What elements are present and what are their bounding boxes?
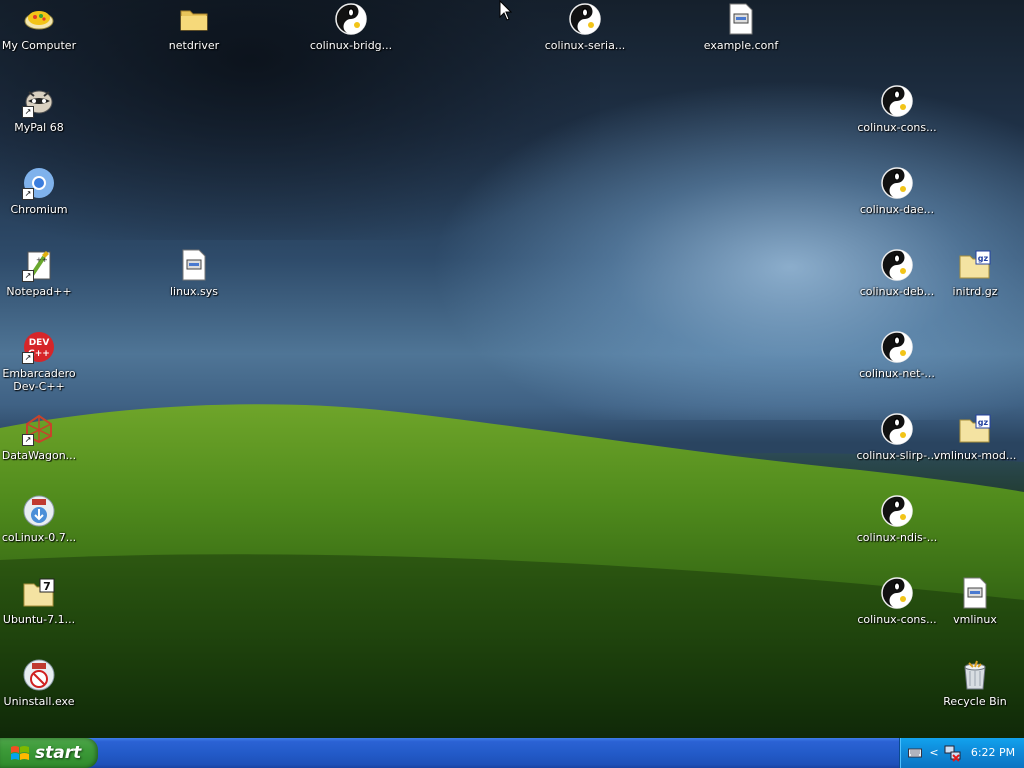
notepadpp-icon: ++ ↗ bbox=[22, 248, 56, 282]
icon-label: Ubuntu-7.1... bbox=[2, 613, 76, 626]
icon-label: colinux-ndis-... bbox=[856, 531, 938, 544]
gz-archive-icon: gz bbox=[958, 412, 992, 446]
mypal-icon: ↗ bbox=[22, 84, 56, 118]
folder-icon bbox=[177, 2, 211, 36]
keyboard-icon[interactable] bbox=[908, 746, 922, 760]
desktop-icon-uninstall[interactable]: Uninstall.exe bbox=[0, 658, 86, 708]
icon-label: My Computer bbox=[1, 39, 77, 52]
desktop-icon-colinux-bridge[interactable]: colinux-bridg... bbox=[304, 2, 398, 52]
system-file-icon bbox=[958, 576, 992, 610]
desktop-icon-datawagon[interactable]: ↗ DataWagon... bbox=[0, 412, 86, 462]
icon-label: colinux-dae... bbox=[859, 203, 935, 216]
shortcut-arrow-icon: ↗ bbox=[22, 188, 34, 200]
system-tray: < 6:22 PM bbox=[899, 738, 1024, 768]
shortcut-arrow-icon: ↗ bbox=[22, 106, 34, 118]
taskbar: start < 6:22 PM bbox=[0, 738, 1024, 768]
desktop-icon-my-computer[interactable]: My Computer bbox=[0, 2, 86, 52]
colinux-icon bbox=[880, 412, 914, 446]
shortcut-arrow-icon: ↗ bbox=[22, 352, 34, 364]
windows-logo-icon bbox=[11, 746, 29, 760]
desktop-icon-colinux-ndis[interactable]: colinux-ndis-... bbox=[850, 494, 944, 544]
colinux-icon bbox=[880, 248, 914, 282]
icon-label: initrd.gz bbox=[952, 285, 998, 298]
colinux-icon bbox=[880, 84, 914, 118]
colinux-icon bbox=[880, 166, 914, 200]
uninstall-icon bbox=[22, 658, 56, 692]
icon-label: colinux-seria... bbox=[544, 39, 626, 52]
icon-label: Recycle Bin bbox=[943, 695, 1007, 708]
icon-label: vmlinux bbox=[953, 613, 997, 626]
colinux-icon bbox=[880, 576, 914, 610]
text-file-icon bbox=[724, 2, 758, 36]
icon-label: linux.sys bbox=[169, 285, 219, 298]
recycle-bin-icon bbox=[958, 658, 992, 692]
start-label: start bbox=[35, 743, 82, 763]
desktop-icon-colinux-serial[interactable]: colinux-seria... bbox=[538, 2, 632, 52]
icon-label: MyPal 68 bbox=[14, 121, 64, 134]
desktop-icon-colinux-daemon[interactable]: colinux-dae... bbox=[850, 166, 944, 216]
desktop-icon-initrd[interactable]: gz initrd.gz bbox=[928, 248, 1022, 298]
datawagon-icon: ↗ bbox=[22, 412, 56, 446]
desktop-icon-devcpp[interactable]: DEV C++ ↗ Embarcadero Dev-C++ bbox=[0, 330, 86, 393]
desktop-icon-netdriver[interactable]: netdriver bbox=[147, 2, 241, 52]
show-hidden-icons-chevron-icon[interactable]: < bbox=[927, 746, 941, 760]
colinux-icon bbox=[334, 2, 368, 36]
icon-label: Uninstall.exe bbox=[3, 695, 75, 708]
svg-text:DEV: DEV bbox=[29, 338, 50, 348]
system-file-icon bbox=[177, 248, 211, 282]
desktop-icon-ubuntu-archive[interactable]: 7 Ubuntu-7.1... bbox=[0, 576, 86, 626]
icon-label: vmlinux-mod... bbox=[933, 449, 1017, 462]
clock[interactable]: 6:22 PM bbox=[966, 738, 1020, 768]
icon-label: DataWagon... bbox=[1, 449, 77, 462]
colinux-icon bbox=[880, 330, 914, 364]
desktop-icon-colinux-installer[interactable]: coLinux-0.7... bbox=[0, 494, 86, 544]
icon-label: colinux-bridg... bbox=[309, 39, 393, 52]
desktop-icon-mypal[interactable]: ↗ MyPal 68 bbox=[0, 84, 86, 134]
installer-icon bbox=[22, 494, 56, 528]
colinux-icon bbox=[880, 494, 914, 528]
desktop-icon-linux-sys[interactable]: linux.sys bbox=[147, 248, 241, 298]
my-computer-icon bbox=[22, 2, 56, 36]
mouse-pointer-icon bbox=[499, 0, 513, 21]
devcpp-icon: DEV C++ ↗ bbox=[22, 330, 56, 364]
svg-text:gz: gz bbox=[978, 254, 989, 263]
icon-label: colinux-cons... bbox=[857, 121, 937, 134]
desktop-icon-vmlinux[interactable]: vmlinux bbox=[928, 576, 1022, 626]
network-disconnected-icon[interactable] bbox=[944, 744, 962, 762]
svg-text:gz: gz bbox=[978, 418, 989, 427]
gz-archive-icon: gz bbox=[958, 248, 992, 282]
start-button[interactable]: start bbox=[0, 738, 98, 768]
desktop-icon-colinux-console[interactable]: colinux-cons... bbox=[850, 84, 944, 134]
desktop-icon-vmlinux-modules[interactable]: gz vmlinux-mod... bbox=[928, 412, 1022, 462]
desktop: My Computer netdriver colinux-bridg... c… bbox=[0, 0, 1024, 738]
desktop-icon-notepadpp[interactable]: ++ ↗ Notepad++ bbox=[0, 248, 86, 298]
icon-label: coLinux-0.7... bbox=[1, 531, 77, 544]
icon-label: Embarcadero Dev-C++ bbox=[2, 367, 76, 393]
desktop-icon-chromium[interactable]: ↗ Chromium bbox=[0, 166, 86, 216]
desktop-icon-recycle-bin[interactable]: Recycle Bin bbox=[928, 658, 1022, 708]
svg-text:7: 7 bbox=[43, 580, 51, 593]
icon-label: Notepad++ bbox=[6, 285, 72, 298]
icon-label: Chromium bbox=[10, 203, 68, 216]
shortcut-arrow-icon: ↗ bbox=[22, 434, 34, 446]
desktop-icon-example-conf[interactable]: example.conf bbox=[694, 2, 788, 52]
shortcut-arrow-icon: ↗ bbox=[22, 270, 34, 282]
icon-label: colinux-net-... bbox=[859, 367, 935, 380]
desktop-icon-colinux-net[interactable]: colinux-net-... bbox=[850, 330, 944, 380]
colinux-icon bbox=[568, 2, 602, 36]
icon-label: example.conf bbox=[703, 39, 779, 52]
svg-text:++: ++ bbox=[36, 256, 48, 264]
7z-archive-icon: 7 bbox=[22, 576, 56, 610]
chromium-icon: ↗ bbox=[22, 166, 56, 200]
icon-label: netdriver bbox=[168, 39, 220, 52]
